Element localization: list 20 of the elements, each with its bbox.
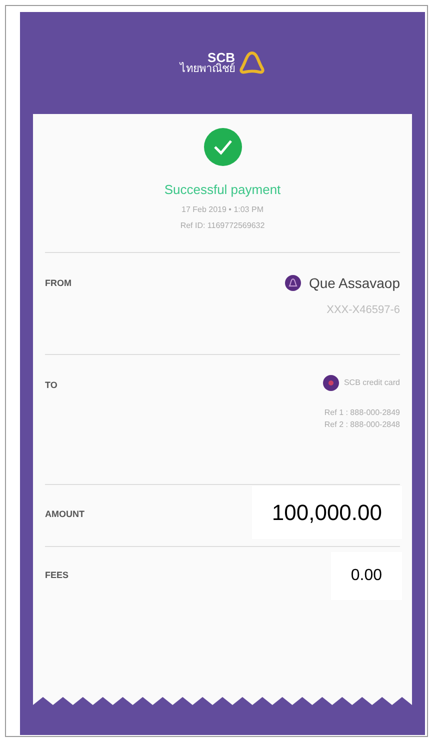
field-label: FROM bbox=[45, 276, 72, 290]
account-number: XXX-X46597-6 bbox=[326, 302, 400, 318]
bank-logo-icon bbox=[284, 275, 301, 291]
bell-logo-icon bbox=[239, 51, 265, 75]
fees-value: 0.00 bbox=[330, 552, 402, 600]
reference-number: Ref 1 : 888-000-2849 bbox=[324, 406, 400, 418]
logo-subtext: ไทยพาณิชย์ bbox=[180, 64, 235, 75]
reference-number: Ref 2 : 888-000-2848 bbox=[324, 418, 400, 430]
sender-name: Que Assavaop bbox=[308, 274, 400, 293]
amount-value: 100,000.00 bbox=[252, 486, 402, 538]
reference-id: Ref ID: 1169772569632 bbox=[180, 220, 265, 232]
field-label: AMOUNT bbox=[45, 508, 84, 522]
recipient-name: SCB credit card bbox=[344, 376, 400, 388]
field-label: TO bbox=[45, 378, 58, 392]
payment-datetime: 17 Feb 2019 • 1:03 PM bbox=[182, 204, 264, 216]
logo-text: SCB bbox=[208, 51, 235, 64]
status-title: Successful payment bbox=[164, 181, 281, 199]
success-check-icon bbox=[204, 128, 242, 166]
bank-logo-icon bbox=[322, 374, 339, 390]
field-label: FEES bbox=[45, 569, 69, 582]
